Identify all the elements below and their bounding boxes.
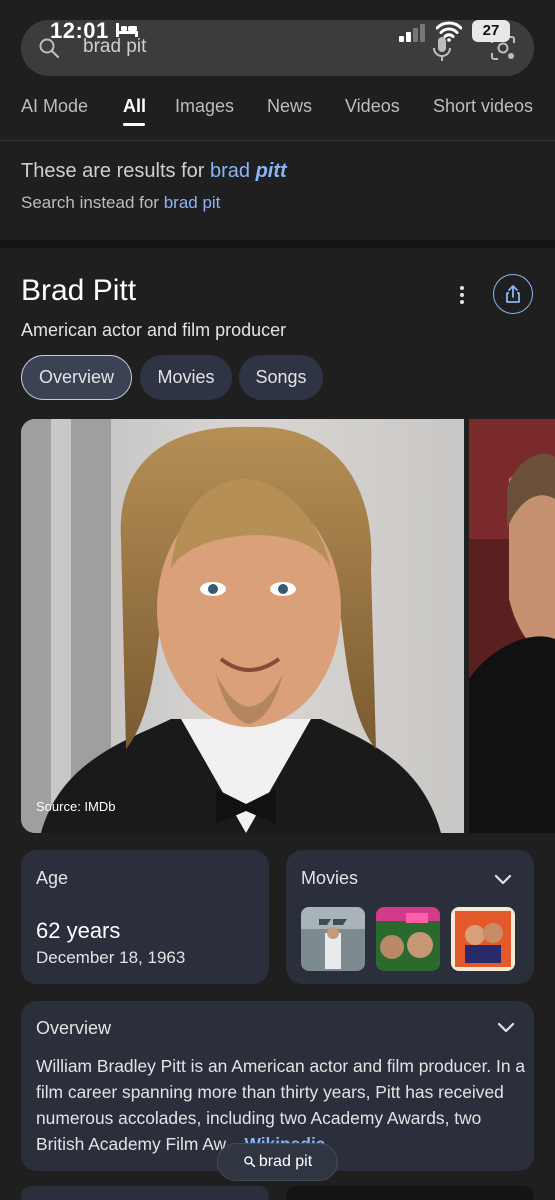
movies-card[interactable]: Movies <box>286 850 534 984</box>
chip-overview[interactable]: Overview <box>21 355 132 400</box>
search-instead-line: Search instead for brad pit <box>21 193 541 213</box>
chip-songs[interactable]: Songs <box>239 355 323 400</box>
floating-search-pill[interactable]: brad pit <box>217 1143 338 1181</box>
person-photo[interactable] <box>21 419 464 833</box>
tab-news[interactable]: News <box>267 96 312 117</box>
movie-poster[interactable] <box>301 907 365 971</box>
tab-all[interactable]: All <box>123 96 146 117</box>
tab-ai-mode[interactable]: AI Mode <box>21 96 88 117</box>
age-card[interactable]: Age 62 years December 18, 1963 <box>21 850 269 984</box>
overview-description: William Bradley Pitt is an American acto… <box>36 1053 526 1157</box>
next-card[interactable] <box>21 1186 269 1200</box>
birth-date: December 18, 1963 <box>36 948 186 967</box>
movie-poster[interactable] <box>451 907 515 971</box>
chevron-down-icon[interactable] <box>494 874 512 886</box>
floating-search-label: brad pit <box>258 1153 313 1170</box>
chevron-down-icon[interactable] <box>497 1022 515 1034</box>
overview-label: Overview <box>36 1018 112 1038</box>
next-card[interactable] <box>286 1186 534 1200</box>
search-instead-prefix: Search instead for <box>21 193 159 212</box>
section-separator <box>0 240 555 248</box>
corrected-query-plain: brad <box>209 160 251 182</box>
search-icon <box>244 1156 255 1168</box>
active-tab-indicator <box>123 123 145 126</box>
cellular-signal-icon <box>399 24 425 42</box>
original-query-link[interactable]: brad pit <box>164 193 221 212</box>
panel-subtitle: American actor and film producer <box>21 320 287 340</box>
spelling-correction: These are results for brad pitt Search i… <box>21 160 541 213</box>
search-tabs: AI Mode All Images News Videos Short vid… <box>0 92 555 140</box>
age-value: 62 years <box>36 918 121 943</box>
sleep-mode-icon <box>116 23 138 37</box>
share-button[interactable] <box>493 274 533 314</box>
results-for-prefix: These are results for <box>21 160 205 182</box>
tab-short-videos[interactable]: Short videos <box>433 96 533 117</box>
tab-images[interactable]: Images <box>175 96 234 117</box>
panel-title: Brad Pitt <box>21 274 137 307</box>
tab-videos[interactable]: Videos <box>345 96 400 117</box>
corrected-query-emphasis: pitt <box>255 160 287 182</box>
tabs-divider <box>0 140 555 141</box>
image-source: Source: IMDb <box>36 799 116 814</box>
chip-movies[interactable]: Movies <box>140 355 232 400</box>
more-options-icon[interactable] <box>454 284 470 306</box>
movies-label: Movies <box>301 868 359 888</box>
share-icon <box>506 285 520 303</box>
movie-poster[interactable] <box>376 907 440 971</box>
battery-indicator: 27 <box>472 20 510 42</box>
results-for-line: These are results for brad pitt <box>21 160 541 183</box>
person-photo-next[interactable] <box>469 419 555 833</box>
status-time: 12:01 <box>50 18 109 43</box>
age-label: Age <box>36 868 69 888</box>
corrected-query-link[interactable]: brad pitt <box>210 160 287 182</box>
wifi-icon <box>436 21 462 42</box>
